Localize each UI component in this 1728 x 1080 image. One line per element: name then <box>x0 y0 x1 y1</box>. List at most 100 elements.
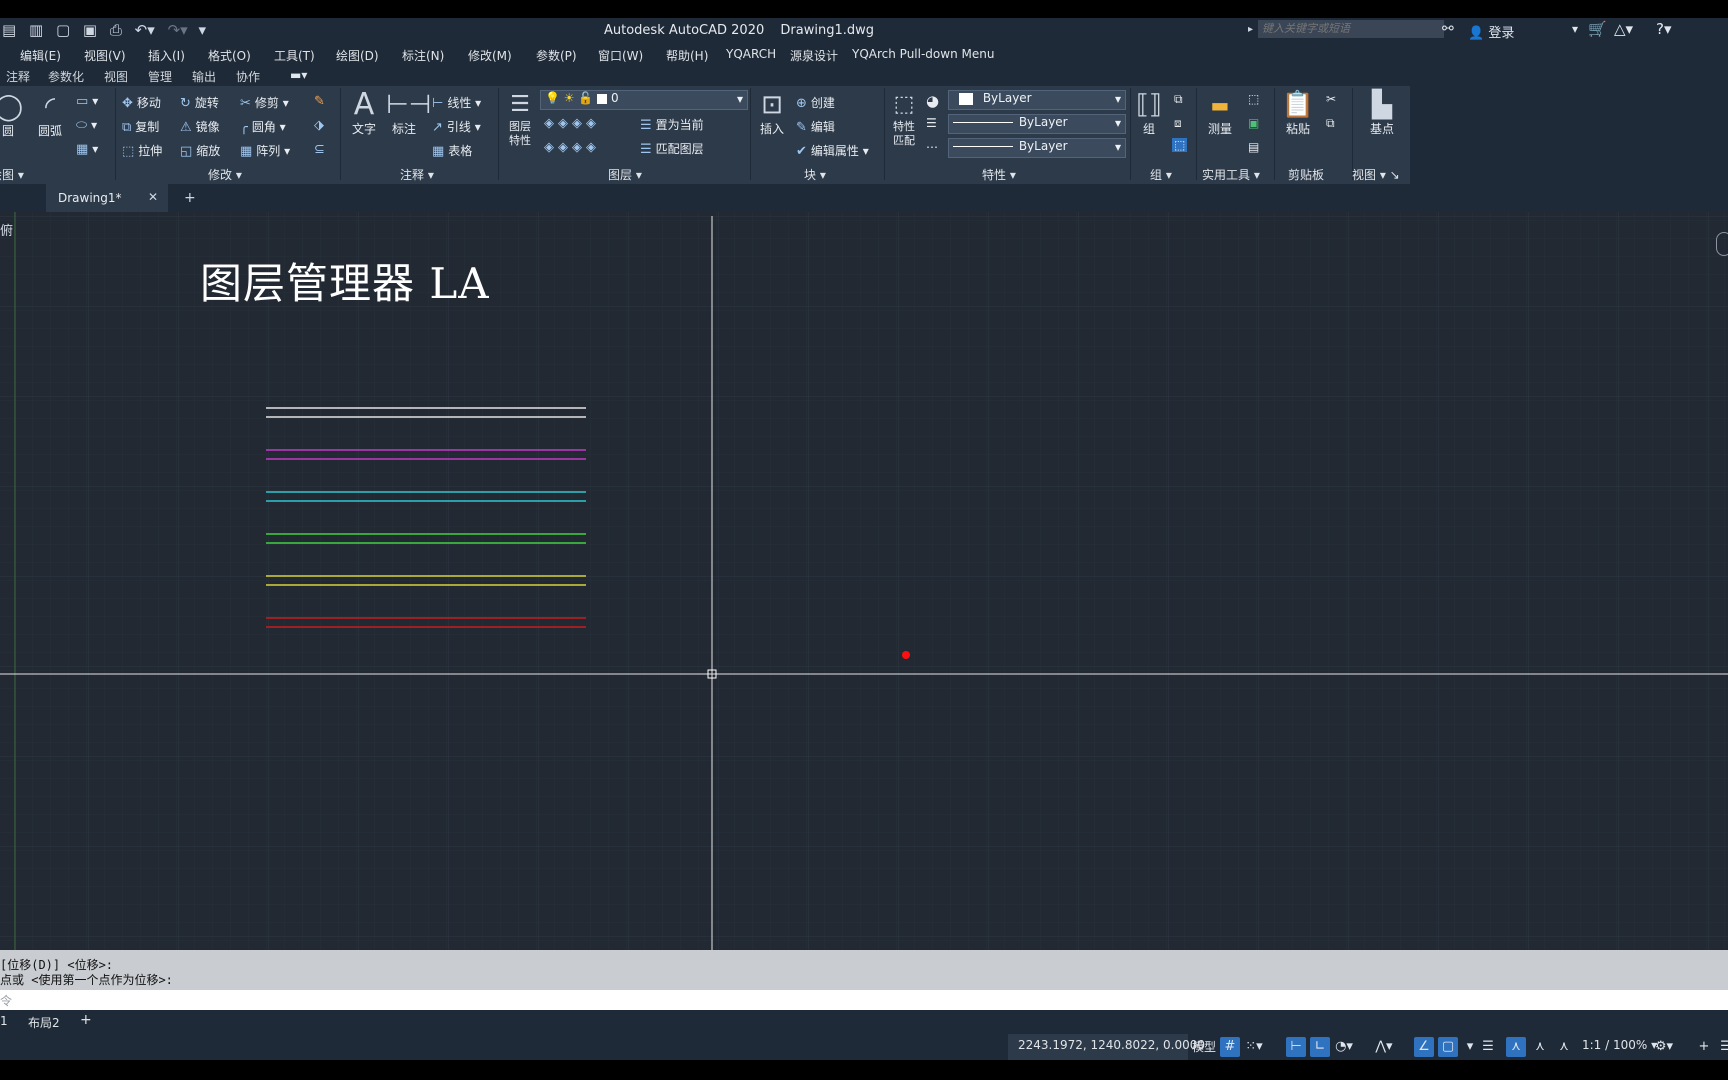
panel-draw-label[interactable]: 绘图 ▾ <box>0 166 24 183</box>
tab-annotate[interactable]: 注释 <box>6 68 30 85</box>
osnap-dropdown-icon[interactable]: ▾ <box>1460 1037 1480 1057</box>
hatch-button[interactable]: ▦ ▾ <box>76 142 98 157</box>
offset-button[interactable]: ⊆ <box>314 142 329 157</box>
osnap-tracking-icon[interactable]: ∠ <box>1414 1037 1434 1057</box>
copy-clip-icon[interactable]: ⧉ <box>1326 116 1335 131</box>
panel-layers-label[interactable]: 图层 ▾ <box>608 166 642 183</box>
array-button[interactable]: ▦ 阵列 ▾ <box>240 142 290 159</box>
close-icon[interactable]: ✕ <box>148 190 158 204</box>
panel-clipboard-label[interactable]: 剪贴板 <box>1288 166 1324 183</box>
autoscale-icon[interactable]: ⋏ <box>1530 1037 1550 1057</box>
rotate-button[interactable]: ↻ 旋转 <box>180 94 219 111</box>
linetype-icon[interactable]: ⋯ <box>926 140 938 154</box>
tab-drawing1[interactable]: Drawing1* ✕ <box>46 184 168 212</box>
viewport-label[interactable]: 俯 <box>0 220 13 239</box>
rectangle-button[interactable]: ▭ ▾ <box>76 94 98 109</box>
lineweight-icon[interactable]: ☰ <box>926 116 937 130</box>
new-tab-icon[interactable]: + <box>184 190 196 206</box>
edit-block-button[interactable]: ✎ 编辑 <box>796 118 835 135</box>
tab-collaborate[interactable]: 协作 <box>236 68 260 85</box>
mirror-button[interactable]: ⚠ 镜像 <box>180 118 220 135</box>
layer-properties-button[interactable]: ☰ 图层特性 <box>502 90 538 148</box>
match-layer-button[interactable]: ☰ 匹配图层 <box>640 140 704 157</box>
user-login[interactable]: 👤 登录 <box>1468 22 1514 41</box>
scale-button[interactable]: ◱ 缩放 <box>180 142 220 159</box>
save-as-icon[interactable]: ▥ <box>29 21 43 39</box>
customize-qat-icon[interactable]: ▾ <box>198 21 206 39</box>
fillet-button[interactable]: ╭ 圆角 ▾ <box>240 118 286 135</box>
menu-modify[interactable]: 修改(M) <box>468 47 512 64</box>
open-icon[interactable]: ▢ <box>56 21 70 39</box>
tab-view[interactable]: 视图 <box>104 68 128 85</box>
undo-icon[interactable]: ↶▾ <box>135 21 155 39</box>
command-input[interactable]: 令 <box>0 990 1728 1010</box>
save-icon[interactable]: ▤ <box>2 21 16 39</box>
ortho-icon[interactable]: ∟ <box>1310 1037 1330 1057</box>
menu-yqarch-pulldown[interactable]: YQArch Pull-down Menu <box>852 47 994 61</box>
explode-button[interactable]: ⬗ <box>314 118 328 133</box>
select-all-icon[interactable]: ▣ <box>1248 116 1259 130</box>
menu-view[interactable]: 视图(V) <box>84 47 126 64</box>
snap-icon[interactable]: ⁙▾ <box>1244 1037 1264 1057</box>
group-select-icon[interactable]: ⬚ <box>1172 138 1188 152</box>
panel-groups-label[interactable]: 组 ▾ <box>1150 166 1172 183</box>
circle-button[interactable]: ◯ 圆 <box>0 92 23 139</box>
menu-help[interactable]: 帮助(H) <box>666 47 708 64</box>
lineweight-dropdown[interactable]: ByLayer ▾ <box>948 138 1126 158</box>
table-button[interactable]: ▦ 表格 <box>432 142 472 159</box>
annotation-scale-icon[interactable]: ⋏ <box>1554 1037 1574 1057</box>
match-properties-button[interactable]: ⬚ 特性匹配 <box>888 90 920 148</box>
copy-button[interactable]: ⧉ 复制 <box>122 118 159 135</box>
ungroup-icon[interactable]: ⧉ <box>1174 92 1183 107</box>
paste-button[interactable]: 📋 粘贴 <box>1280 90 1316 137</box>
quick-select-icon[interactable]: ⬚ <box>1248 92 1259 106</box>
binoculars-icon[interactable]: ⚯ <box>1442 21 1454 37</box>
layer-tools-row1[interactable]: ◈ ◈ ◈ ◈ <box>544 116 600 131</box>
viewcube-icon[interactable] <box>1716 232 1728 256</box>
plus-icon[interactable]: + <box>1694 1037 1714 1057</box>
arc-button[interactable]: ◜ 圆弧 <box>34 92 66 139</box>
drawing-canvas[interactable]: 俯 图层管理器 LA <box>0 212 1728 950</box>
cart-icon[interactable]: 🛒 <box>1588 20 1607 38</box>
menu-tools[interactable]: 工具(T) <box>274 47 315 64</box>
coordinates[interactable]: 2243.1972, 1240.8022, 0.0000 <box>1018 1038 1205 1052</box>
lineweight-toggle-icon[interactable]: ☰ <box>1478 1037 1498 1057</box>
annotation-visibility-icon[interactable]: ⋏ <box>1506 1037 1526 1057</box>
insert-button[interactable]: ⊡ 插入 <box>754 90 790 137</box>
trim-button[interactable]: ✂ 修剪 ▾ <box>240 94 289 111</box>
menu-yqarch[interactable]: YQARCH <box>726 47 776 61</box>
calculator-icon[interactable]: ▤ <box>1248 140 1259 154</box>
panel-utilities-label[interactable]: 实用工具 ▾ <box>1202 166 1260 183</box>
grid-icon[interactable]: # <box>1220 1037 1240 1057</box>
panel-modify-label[interactable]: 修改 ▾ <box>208 166 242 183</box>
group-button[interactable]: ⟦⟧ 组 <box>1134 90 1164 137</box>
infer-constraints-icon[interactable]: ⊢ <box>1286 1037 1306 1057</box>
menu-dimension[interactable]: 标注(N) <box>402 47 444 64</box>
dimension-button[interactable]: ⊢⊣ 标注 <box>386 90 431 137</box>
layer-tools-row2[interactable]: ◈ ◈ ◈ ◈ <box>544 140 600 155</box>
tab-manage[interactable]: 管理 <box>148 68 172 85</box>
menu-insert[interactable]: 插入(I) <box>148 47 185 64</box>
menu-yuanquan[interactable]: 源泉设计 <box>790 47 838 64</box>
polar-icon[interactable]: ◔▾ <box>1334 1037 1354 1057</box>
group-edit-icon[interactable]: ⧈ <box>1174 116 1182 131</box>
panel-annotation-label[interactable]: 注释 ▾ <box>400 166 434 183</box>
menu-draw[interactable]: 绘图(D) <box>336 47 379 64</box>
panel-properties-label[interactable]: 特性 ▾ <box>982 166 1016 183</box>
annotation-scale[interactable]: 1:1 / 100% ▾ <box>1582 1038 1657 1052</box>
osnap-icon[interactable]: ▢ <box>1438 1037 1458 1057</box>
panel-view-label[interactable]: 视图 ▾ ↘ <box>1352 166 1400 183</box>
panel-block-label[interactable]: 块 ▾ <box>804 166 826 183</box>
move-button[interactable]: ✥ 移动 <box>122 94 161 111</box>
dropdown-arrow-icon[interactable]: ▾ <box>1572 22 1578 36</box>
help-icon[interactable]: ?▾ <box>1656 20 1672 38</box>
redo-icon[interactable]: ↷▾ <box>168 21 188 39</box>
create-block-button[interactable]: ⊕ 创建 <box>796 94 835 111</box>
menu-parametric[interactable]: 参数(P) <box>536 47 577 64</box>
model-space-button[interactable]: 模型 <box>1192 1038 1216 1055</box>
linetype-dropdown[interactable]: ByLayer ▾ <box>948 114 1126 134</box>
color-wheel-icon[interactable]: ◕ <box>926 92 939 110</box>
isodraft-icon[interactable]: ⋀▾ <box>1374 1037 1394 1057</box>
base-view-button[interactable]: ▙ 基点 <box>1360 90 1404 137</box>
export-icon[interactable]: ▣ <box>83 21 97 39</box>
